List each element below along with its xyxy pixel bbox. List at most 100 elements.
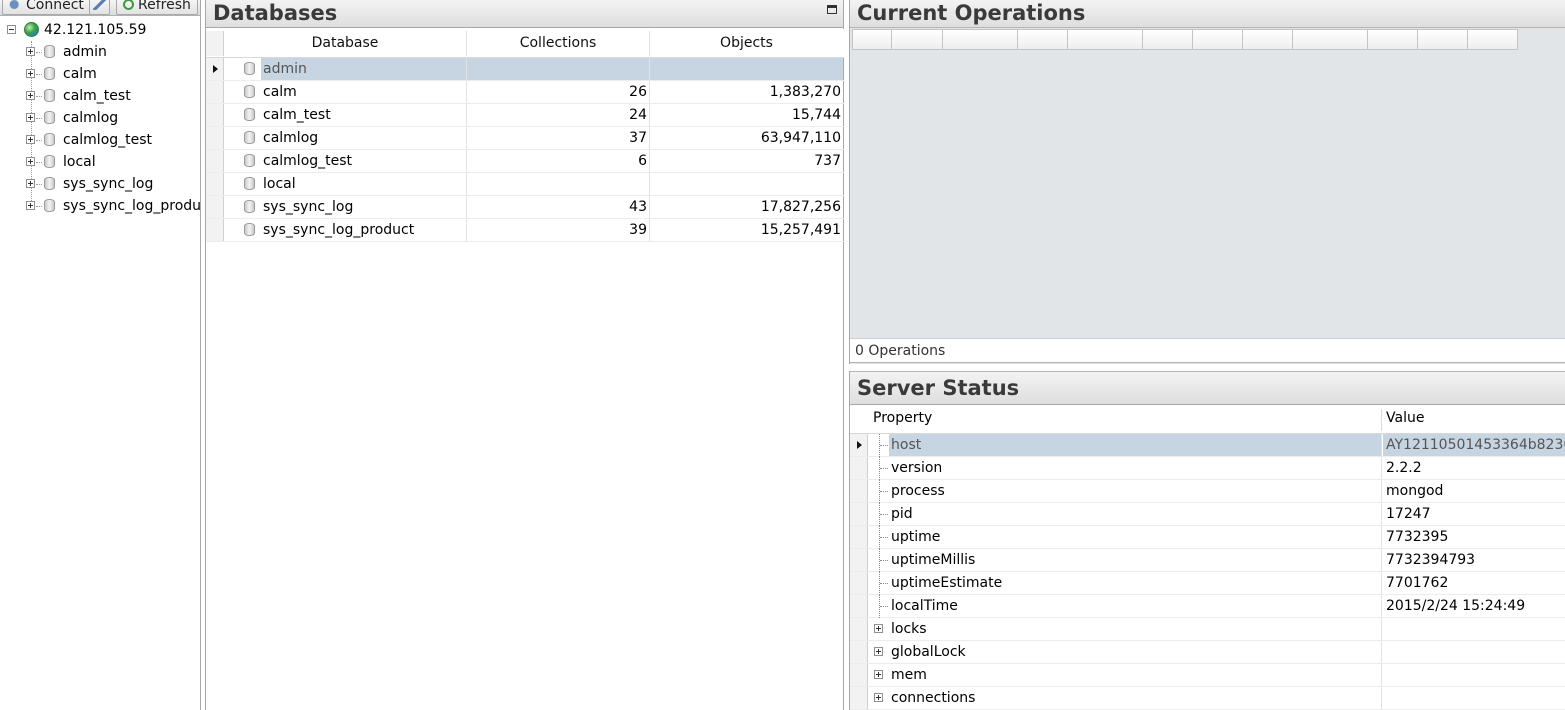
database-icon xyxy=(44,45,55,58)
column-header-objects[interactable]: Objects xyxy=(650,31,843,56)
row-header xyxy=(850,457,868,479)
maximize-icon[interactable] xyxy=(827,5,837,14)
property-row[interactable]: pid 17247 xyxy=(850,503,1565,526)
property-row[interactable]: process mongod xyxy=(850,480,1565,503)
property-row[interactable]: localTime 2015/2/24 15:24:49 xyxy=(850,595,1565,618)
table-row[interactable]: calm_test 24 15,744 xyxy=(206,104,844,127)
row-header xyxy=(850,526,868,548)
cell-objects: 1,383,270 xyxy=(769,84,841,100)
connect-button[interactable]: Connect xyxy=(2,0,91,15)
row-header xyxy=(850,572,868,594)
column-header[interactable] xyxy=(892,29,943,50)
database-icon xyxy=(44,89,55,102)
database-icon xyxy=(44,133,55,146)
row-header xyxy=(850,687,868,709)
server-status-grid: Property Value host AY12110501453364b823… xyxy=(850,406,1565,710)
expand-icon[interactable] xyxy=(26,47,35,56)
server-address: 42.121.105.59 xyxy=(44,22,147,38)
row-header xyxy=(206,196,224,218)
column-header-collections[interactable]: Collections xyxy=(467,31,650,56)
tree-item-calmlog[interactable]: calmlog xyxy=(0,107,200,129)
cell-collections: 26 xyxy=(467,81,650,103)
column-header-property[interactable]: Property xyxy=(873,410,932,426)
tree-connector xyxy=(880,560,888,561)
expand-icon[interactable] xyxy=(26,157,35,166)
property-name: host xyxy=(889,434,1382,456)
toolbar: Connect Refresh xyxy=(0,0,200,16)
tree-item-local[interactable]: local xyxy=(0,151,200,173)
tree-item-calmlog-test[interactable]: calmlog_test xyxy=(0,129,200,151)
column-header[interactable] xyxy=(1018,29,1068,50)
settings-button[interactable] xyxy=(89,0,110,15)
column-header[interactable] xyxy=(1368,29,1418,50)
tree-item-admin[interactable]: admin xyxy=(0,41,200,63)
expand-icon[interactable] xyxy=(874,693,883,702)
operations-count: 0 Operations xyxy=(850,338,1565,363)
expand-icon[interactable] xyxy=(26,69,35,78)
column-header[interactable] xyxy=(1243,29,1293,50)
property-row[interactable]: connections xyxy=(850,687,1565,710)
collapse-icon[interactable] xyxy=(7,25,16,34)
tree-item-sys-sync-log-product[interactable]: sys_sync_log_product xyxy=(0,195,200,217)
column-header[interactable] xyxy=(1468,29,1518,50)
table-row[interactable]: sys_sync_log_product 39 15,257,491 xyxy=(206,219,844,242)
row-header xyxy=(206,150,224,172)
pane-title: Server Status xyxy=(857,376,1020,400)
expand-icon[interactable] xyxy=(26,201,35,210)
row-icon-cell xyxy=(224,150,261,172)
expand-icon[interactable] xyxy=(874,670,883,679)
table-row[interactable]: admin xyxy=(206,58,844,81)
property-name: uptime xyxy=(889,526,1382,548)
property-row[interactable]: uptime 7732395 xyxy=(850,526,1565,549)
property-row[interactable]: host AY12110501453364b8236 xyxy=(850,434,1565,457)
tree-server-node[interactable]: 42.121.105.59 xyxy=(0,19,200,41)
table-row[interactable]: calm 26 1,383,270 xyxy=(206,81,844,104)
tree-item-calm-test[interactable]: calm_test xyxy=(0,85,200,107)
column-header-value[interactable]: Value xyxy=(1386,410,1424,426)
expand-icon[interactable] xyxy=(26,179,35,188)
property-row[interactable]: globalLock xyxy=(850,641,1565,664)
expand-icon[interactable] xyxy=(26,91,35,100)
property-name: process xyxy=(889,480,1382,502)
tree-item-calm[interactable]: calm xyxy=(0,63,200,85)
property-value: 7701762 xyxy=(1386,575,1449,591)
property-row[interactable]: locks xyxy=(850,618,1565,641)
property-row[interactable]: uptimeEstimate 7701762 xyxy=(850,572,1565,595)
expand-icon[interactable] xyxy=(26,113,35,122)
property-name: connections xyxy=(889,687,1382,709)
cell-database: admin xyxy=(261,58,467,80)
tree-item-label: calm xyxy=(63,66,97,82)
expand-icon[interactable] xyxy=(874,647,883,656)
database-icon xyxy=(244,108,255,121)
column-header[interactable] xyxy=(1418,29,1468,50)
column-header-database[interactable]: Database xyxy=(224,31,467,56)
column-header[interactable] xyxy=(1068,29,1143,50)
database-icon xyxy=(244,131,255,144)
property-row[interactable]: mem xyxy=(850,664,1565,687)
property-row[interactable]: version 2.2.2 xyxy=(850,457,1565,480)
database-icon xyxy=(244,62,255,75)
tree-item-label: calmlog xyxy=(63,110,119,126)
tree-connector xyxy=(36,206,42,207)
table-row[interactable]: calmlog_test 6 737 xyxy=(206,150,844,173)
column-header[interactable] xyxy=(852,29,892,50)
column-header[interactable] xyxy=(1143,29,1193,50)
table-row[interactable]: local xyxy=(206,173,844,196)
refresh-button[interactable]: Refresh xyxy=(116,0,198,15)
column-header[interactable] xyxy=(1193,29,1243,50)
expand-icon[interactable] xyxy=(874,624,883,633)
tree-connector xyxy=(36,96,42,97)
property-value: mongod xyxy=(1386,483,1444,499)
tree-item-sys-sync-log[interactable]: sys_sync_log xyxy=(0,173,200,195)
property-value xyxy=(1383,618,1565,640)
table-row[interactable]: sys_sync_log 43 17,827,256 xyxy=(206,196,844,219)
table-row[interactable]: calmlog 37 63,947,110 xyxy=(206,127,844,150)
column-header[interactable] xyxy=(943,29,1018,50)
current-row-icon xyxy=(857,441,862,449)
cell-objects: 15,744 xyxy=(792,107,841,123)
property-row[interactable]: uptimeMillis 7732394793 xyxy=(850,549,1565,572)
column-separator xyxy=(1381,409,1382,431)
property-name: locks xyxy=(889,618,1382,640)
expand-icon[interactable] xyxy=(26,135,35,144)
column-header[interactable] xyxy=(1293,29,1368,50)
